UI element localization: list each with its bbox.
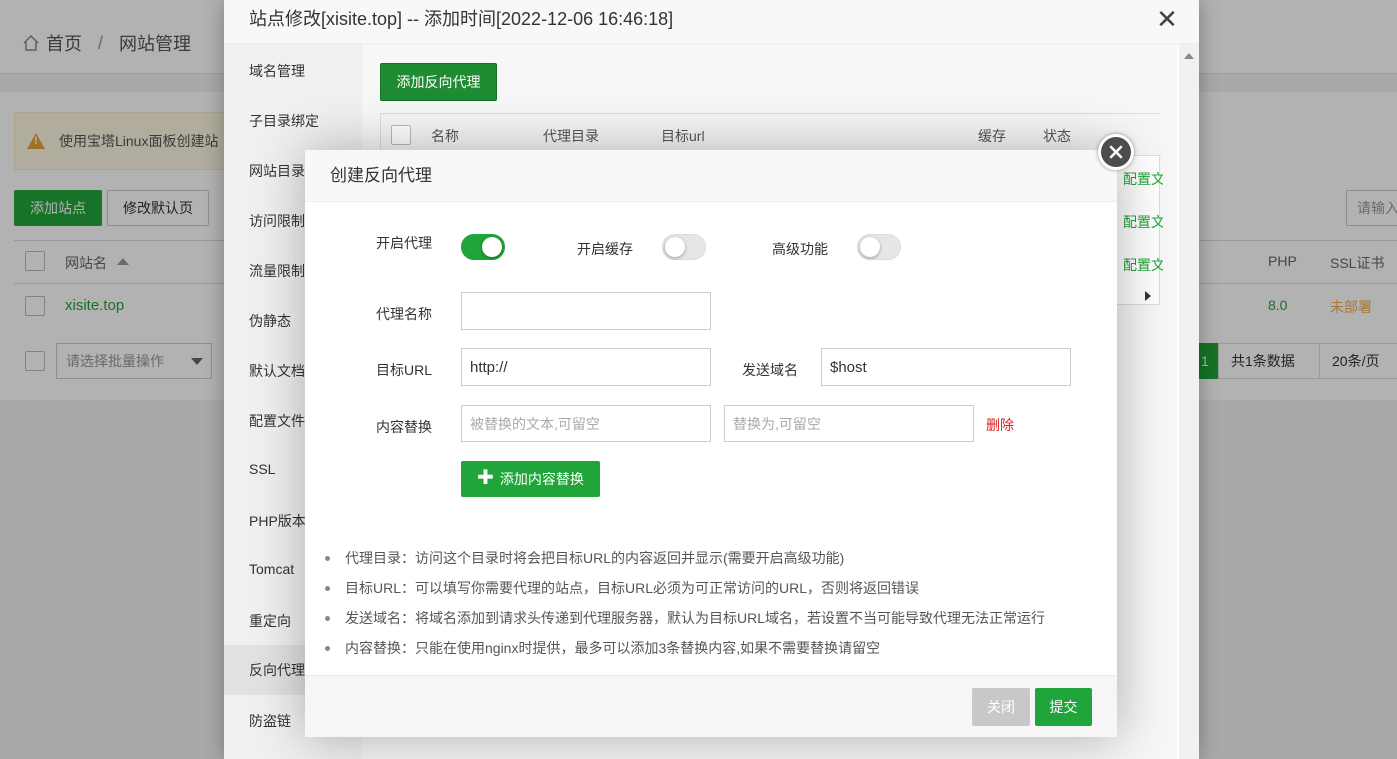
close-button[interactable]: 关闭 — [972, 688, 1030, 726]
sidebar-item-traffic-limit[interactable]: 流量限制 — [249, 261, 309, 281]
close-icon[interactable]: ✕ — [1154, 6, 1180, 32]
proxy-column-dir: 代理目录 — [543, 128, 599, 144]
replace-from-input[interactable] — [461, 405, 711, 442]
config-link[interactable]: 配置文 — [1123, 169, 1163, 189]
tip-item: 内容替换：只能在使用nginx时提供，最多可以添加3条替换内容,如果不需要替换请… — [325, 633, 1105, 663]
content-replace-label: 内容替换 — [376, 419, 432, 435]
help-tips: 代理目录：访问这个目录时将会把目标URL的内容返回并显示(需要开启高级功能) 目… — [325, 543, 1105, 663]
close-icon — [1109, 145, 1123, 159]
enable-proxy-label: 开启代理 — [376, 235, 432, 251]
sidebar-item-default-doc[interactable]: 默认文档 — [249, 361, 309, 381]
send-domain-label: 发送域名 — [742, 362, 798, 378]
dialog-title: 创建反向代理 — [305, 150, 1117, 202]
toggle-knob — [482, 237, 502, 257]
tip-item: 目标URL：可以填写你需要代理的站点，目标URL必须为可正常访问的URL，否则将… — [325, 573, 1105, 603]
enable-cache-label: 开启缓存 — [577, 241, 633, 257]
target-url-input[interactable] — [461, 348, 711, 386]
config-link[interactable]: 配置文 — [1123, 255, 1163, 275]
site-edit-title: 站点修改[xisite.top] -- 添加时间[2022-12-06 16:4… — [224, 0, 1199, 44]
enable-cache-toggle[interactable] — [662, 234, 706, 260]
sidebar-item-hotlink[interactable]: 防盗链 — [249, 711, 291, 731]
advanced-label: 高级功能 — [772, 241, 828, 257]
sidebar-item-domain[interactable]: 域名管理 — [249, 61, 305, 81]
sidebar-item-site-dir[interactable]: 网站目录 — [249, 161, 309, 181]
add-content-replace-label: 添加内容替换 — [499, 471, 584, 487]
dialog-footer: 关闭 提交 — [305, 675, 1117, 737]
proxy-select-all-checkbox[interactable] — [391, 125, 411, 145]
config-link[interactable]: 配置文 — [1123, 212, 1163, 232]
advanced-toggle[interactable] — [857, 234, 901, 260]
proxy-name-input[interactable] — [461, 292, 711, 330]
sidebar-item-config-file[interactable]: 配置文件 — [249, 411, 309, 431]
create-proxy-dialog: 创建反向代理 开启代理 开启缓存 高级功能 代理名称 目标URL 发送域名 内容… — [305, 150, 1117, 737]
sidebar-item-subdir[interactable]: 子目录绑定 — [249, 111, 319, 131]
proxy-column-name: 名称 — [431, 128, 459, 144]
proxy-name-label: 代理名称 — [376, 306, 432, 322]
delete-replace-link[interactable]: 删除 — [986, 415, 1014, 435]
toggle-knob — [665, 237, 685, 257]
enable-proxy-toggle[interactable] — [461, 234, 505, 260]
plus-icon: ✚ — [477, 467, 494, 489]
target-url-label: 目标URL — [376, 362, 433, 378]
submit-button[interactable]: 提交 — [1035, 688, 1092, 726]
proxy-column-status: 状态 — [1043, 128, 1071, 144]
window-scrollbar[interactable] — [1179, 44, 1199, 759]
toggle-knob — [860, 237, 880, 257]
proxy-column-url: 目标url — [661, 128, 705, 144]
sidebar-item-php-version[interactable]: PHP版本 — [249, 511, 309, 531]
sidebar-item-tomcat[interactable]: Tomcat — [249, 561, 309, 577]
sidebar-item-access-limit[interactable]: 访问限制 — [249, 211, 309, 231]
scroll-up-icon[interactable] — [1184, 53, 1194, 59]
sidebar-item-ssl[interactable]: SSL — [249, 461, 275, 477]
add-content-replace-button[interactable]: ✚ 添加内容替换 — [461, 461, 600, 497]
add-reverse-proxy-button[interactable]: 添加反向代理 — [380, 63, 497, 101]
sidebar-item-rewrite[interactable]: 伪静态 — [249, 311, 291, 331]
tip-item: 发送域名：将域名添加到请求头传递到代理服务器，默认为目标URL域名，若设置不当可… — [325, 603, 1105, 633]
dialog-close-icon[interactable] — [1098, 134, 1134, 170]
proxy-column-cache: 缓存 — [978, 128, 1006, 144]
replace-to-input[interactable] — [724, 405, 974, 442]
sidebar-item-redirect[interactable]: 重定向 — [249, 611, 291, 631]
scroll-right-icon[interactable] — [1145, 291, 1151, 301]
send-domain-input[interactable] — [821, 348, 1071, 386]
tip-item: 代理目录：访问这个目录时将会把目标URL的内容返回并显示(需要开启高级功能) — [325, 543, 1105, 573]
